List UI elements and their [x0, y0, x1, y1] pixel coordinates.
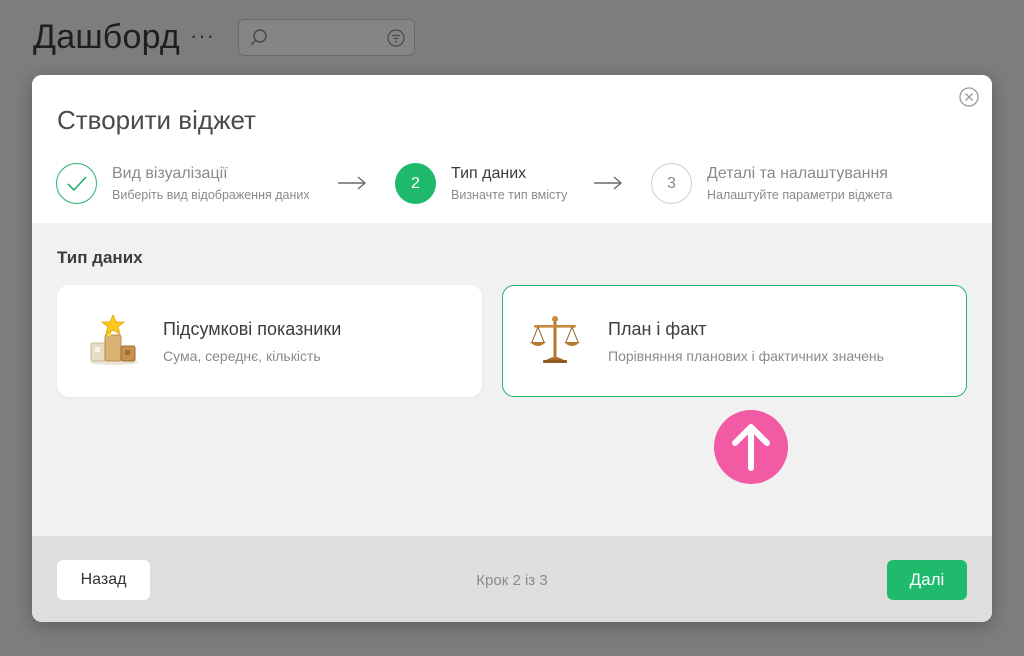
arrow-right-icon [338, 176, 367, 190]
app-header: Дашборд ··· [0, 0, 1024, 75]
step-title: Тип даних [451, 165, 527, 182]
next-button[interactable]: Далі [887, 560, 967, 600]
pointer-indicator [714, 410, 788, 484]
arrow-right-icon [594, 176, 623, 190]
step-counter: Крок 2 із 3 [476, 572, 548, 589]
option-card-summary[interactable]: Підсумкові показники Сума, середнє, кіль… [57, 285, 482, 397]
podium-icon [90, 313, 138, 365]
option-title: План і факт [608, 319, 707, 339]
option-subtitle: Сума, середнє, кількість [163, 348, 321, 364]
check-icon [66, 175, 87, 191]
option-title: Підсумкові показники [163, 319, 342, 339]
more-options-button[interactable]: ··· [190, 25, 215, 47]
modal-footer: Назад Крок 2 із 3 Далі [32, 536, 992, 622]
arrow-up-icon [732, 424, 770, 471]
search-input[interactable] [238, 19, 415, 56]
step-subtitle: Виберіть вид відображення даних [112, 188, 310, 202]
option-subtitle: Порівняння планових і фактичних значень [608, 348, 884, 364]
dashboard-title: Дашборд [33, 18, 180, 56]
close-button[interactable] [958, 86, 980, 108]
filter-icon[interactable] [386, 28, 406, 48]
step-title: Вид візуалізації [112, 165, 228, 182]
step-number-badge: 3 [651, 163, 692, 204]
close-icon [959, 87, 979, 107]
step-subtitle: Налаштуйте параметри віджета [707, 188, 893, 202]
modal-title: Створити віджет [57, 105, 256, 135]
scales-icon [530, 316, 580, 363]
step-number-badge: 2 [395, 163, 436, 204]
step-title: Деталі та налаштування [707, 165, 888, 182]
search-icon [250, 29, 267, 46]
step-completed-indicator [56, 163, 97, 204]
step-subtitle: Визначте тип вмісту [451, 188, 568, 202]
create-widget-modal: Створити віджет Вид візуалізації Виберіт… [32, 75, 992, 622]
section-title: Тип даних [57, 248, 143, 267]
option-card-plan-fact[interactable]: План і факт Порівняння планових і фактич… [502, 285, 967, 397]
